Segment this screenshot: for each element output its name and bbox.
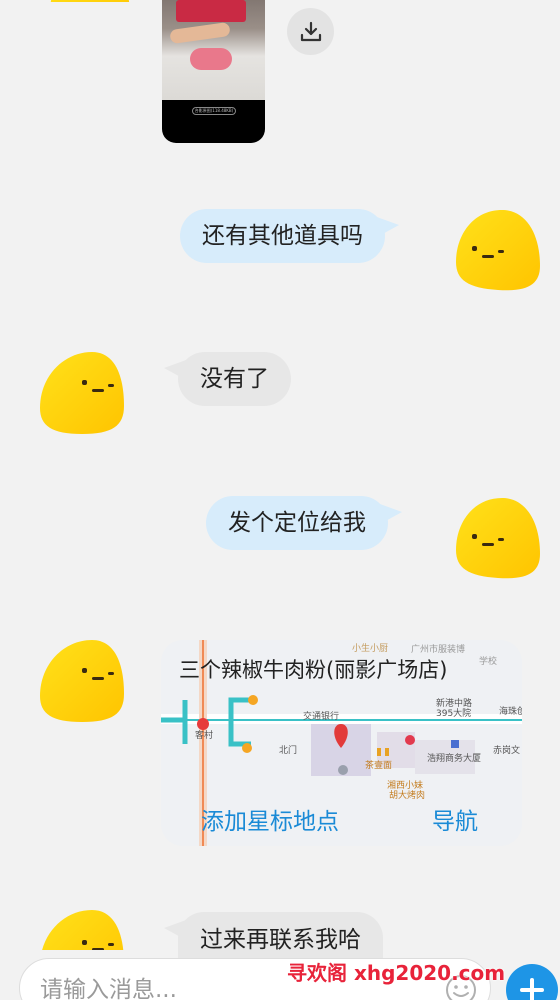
download-icon: [300, 21, 321, 41]
download-button[interactable]: [287, 8, 334, 55]
message-bubble[interactable]: 过来再联系我哈: [164, 912, 383, 960]
location-card[interactable]: 小生小厨 广州市服装博 学校 交通银行 新港中路 395大院 海珠创 客村 北门…: [161, 640, 522, 846]
photo-message[interactable]: 合影原图(118.48KB): [162, 0, 265, 143]
avatar-contact[interactable]: [36, 638, 128, 724]
map-label: 海珠创: [499, 705, 522, 717]
avatar-contact[interactable]: [36, 350, 128, 436]
map-label: 茶壹面: [365, 759, 392, 771]
map-label: 新港中路: [436, 697, 472, 709]
avatar-self[interactable]: [452, 494, 544, 580]
message-bubble[interactable]: 发个定位给我: [206, 496, 402, 550]
map-label: 北门: [279, 744, 297, 756]
add-favorite-button[interactable]: 添加星标地点: [201, 802, 339, 836]
map-label: 湘西小妹: [387, 779, 423, 791]
map-label: 浩翔商务大厦: [427, 752, 481, 764]
navigate-button[interactable]: 导航: [432, 802, 478, 836]
add-button[interactable]: [506, 964, 558, 1000]
message-bubble[interactable]: 没有了: [164, 352, 291, 406]
plus-icon: [520, 978, 544, 1000]
map-label: 学校: [479, 655, 497, 667]
location-name: 三个辣椒牛肉粉(丽影广场店): [179, 658, 448, 682]
map-label: 交通银行: [303, 710, 339, 722]
map-label: 小生小厨: [352, 642, 388, 654]
avatar-self[interactable]: [452, 206, 544, 292]
avatar-partial[interactable]: [40, 0, 132, 2]
map-label: 客村: [195, 729, 213, 741]
photo-caption: 合影原图(118.48KB): [192, 107, 236, 115]
message-bubble[interactable]: 还有其他道具吗: [180, 209, 399, 263]
watermark: 寻欢阁 xhg2020.com: [287, 961, 506, 985]
avatar-contact[interactable]: [36, 908, 128, 950]
map-label: 赤岗文: [493, 744, 520, 756]
map-label: 胡大烤肉: [389, 789, 425, 801]
map-label: 395大院: [436, 707, 471, 719]
